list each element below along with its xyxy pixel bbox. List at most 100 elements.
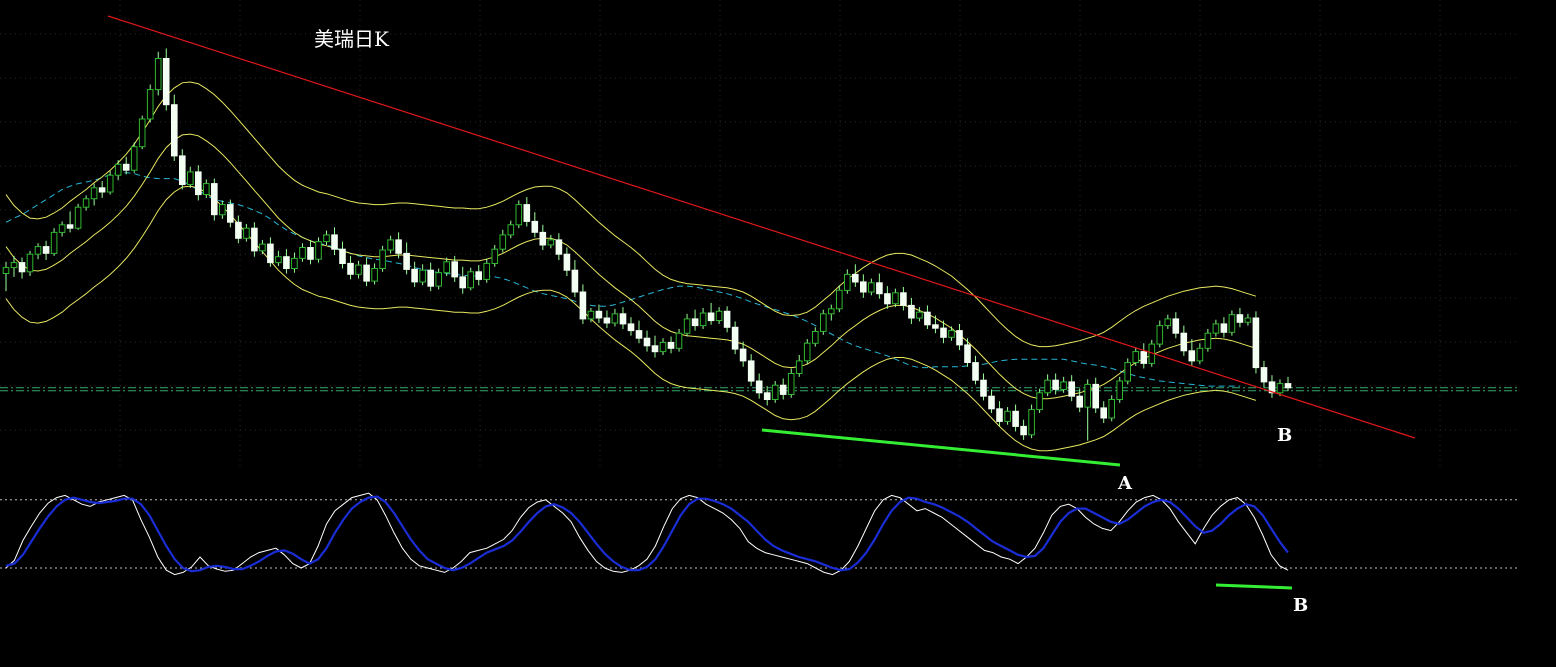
- candle-body: [579, 291, 587, 320]
- candle-body: [146, 89, 154, 120]
- candle-body: [812, 331, 819, 344]
- candle-body: [419, 269, 426, 283]
- candle-body: [860, 281, 867, 293]
- candle-body: [988, 395, 995, 410]
- annotation-main-a: A: [1117, 473, 1133, 494]
- candle-body: [451, 261, 458, 278]
- candle-body: [571, 269, 579, 293]
- candle-body: [723, 310, 731, 328]
- candle-body: [1204, 332, 1212, 349]
- candle-body: [1108, 399, 1116, 419]
- annotation-osc-b: B: [1293, 595, 1308, 616]
- candle-body: [219, 204, 226, 216]
- candle-body: [347, 262, 354, 275]
- candle-body: [195, 171, 202, 196]
- candle-body: [715, 310, 723, 321]
- candle-body: [154, 58, 162, 91]
- candle-body: [291, 257, 298, 269]
- candle-body: [499, 234, 507, 250]
- candle-body: [507, 224, 515, 236]
- candle-body: [1220, 323, 1228, 333]
- candle-body: [1036, 392, 1043, 411]
- candle-body: [251, 227, 258, 252]
- candle-body: [355, 264, 362, 275]
- candle-body: [339, 248, 346, 264]
- candle-body: [179, 155, 186, 185]
- candle-body: [1020, 425, 1027, 436]
- candle-body: [1260, 367, 1268, 383]
- candle-body: [563, 253, 571, 271]
- candle-body: [331, 234, 338, 250]
- candle-body: [587, 310, 595, 320]
- candle-body: [675, 332, 683, 349]
- candle-body: [884, 293, 891, 305]
- candle-body: [868, 282, 875, 293]
- candle-body: [363, 264, 370, 282]
- candle-body: [323, 234, 330, 243]
- candle-body: [1068, 381, 1076, 397]
- candle-body: [908, 304, 915, 319]
- candle-body: [1156, 325, 1164, 345]
- candle-body: [58, 224, 66, 233]
- candle-body: [803, 342, 811, 362]
- candle-body: [940, 327, 947, 338]
- candle-body: [699, 312, 707, 327]
- candle-body: [531, 220, 539, 233]
- candle-body: [90, 187, 98, 200]
- candle-body: [66, 224, 74, 229]
- candle-body: [491, 248, 499, 264]
- candle-body: [1084, 383, 1092, 408]
- candle-body: [1052, 379, 1059, 390]
- candle-body: [1124, 362, 1132, 382]
- candle-body: [667, 341, 675, 349]
- candle-body: [547, 239, 555, 246]
- candle-body: [643, 337, 651, 347]
- candle-body: [820, 313, 827, 332]
- candle-body: [387, 239, 394, 251]
- candle-body: [483, 262, 490, 280]
- candle-body: [771, 384, 779, 401]
- candle-body: [1164, 318, 1172, 327]
- candle-body: [515, 204, 523, 226]
- candle-body: [964, 344, 971, 363]
- candle-body: [1172, 318, 1180, 334]
- candle-body: [619, 313, 627, 325]
- candle-body: [595, 310, 603, 319]
- candle-body: [651, 345, 659, 353]
- candle-body: [371, 268, 378, 282]
- candle-body: [34, 246, 42, 255]
- candle-body: [787, 373, 795, 395]
- candle-body: [1188, 350, 1196, 362]
- kline-chart: 美瑞日K B A B: [0, 0, 1556, 667]
- candle-body: [739, 348, 747, 362]
- candle-body: [1180, 332, 1188, 352]
- candle-body: [1116, 380, 1124, 400]
- candle-body: [299, 247, 306, 259]
- candle-body: [395, 239, 402, 254]
- candle-body: [162, 58, 170, 106]
- candle-body: [411, 268, 418, 283]
- candle-body: [275, 256, 282, 264]
- candle-body: [779, 384, 787, 395]
- candle-body: [106, 174, 114, 193]
- candle-body: [1244, 317, 1252, 323]
- candle-body: [659, 341, 667, 353]
- candle-body: [114, 163, 122, 176]
- candle-body: [996, 408, 1003, 422]
- candle-body: [763, 392, 771, 400]
- candle-body: [443, 261, 450, 274]
- candle-body: [235, 221, 242, 239]
- candle-body: [603, 317, 611, 324]
- candle-body: [836, 289, 843, 310]
- candle-body: [1132, 351, 1140, 364]
- candle-body: [427, 269, 434, 287]
- candle-body: [627, 323, 635, 332]
- candle-body: [1092, 383, 1100, 409]
- candle-body: [74, 206, 82, 229]
- candle-body: [50, 231, 58, 254]
- candle-body: [259, 243, 266, 252]
- candle-body: [171, 104, 178, 157]
- candle-body: [691, 318, 699, 327]
- candle-body: [1252, 317, 1260, 369]
- candle-body: [956, 330, 963, 346]
